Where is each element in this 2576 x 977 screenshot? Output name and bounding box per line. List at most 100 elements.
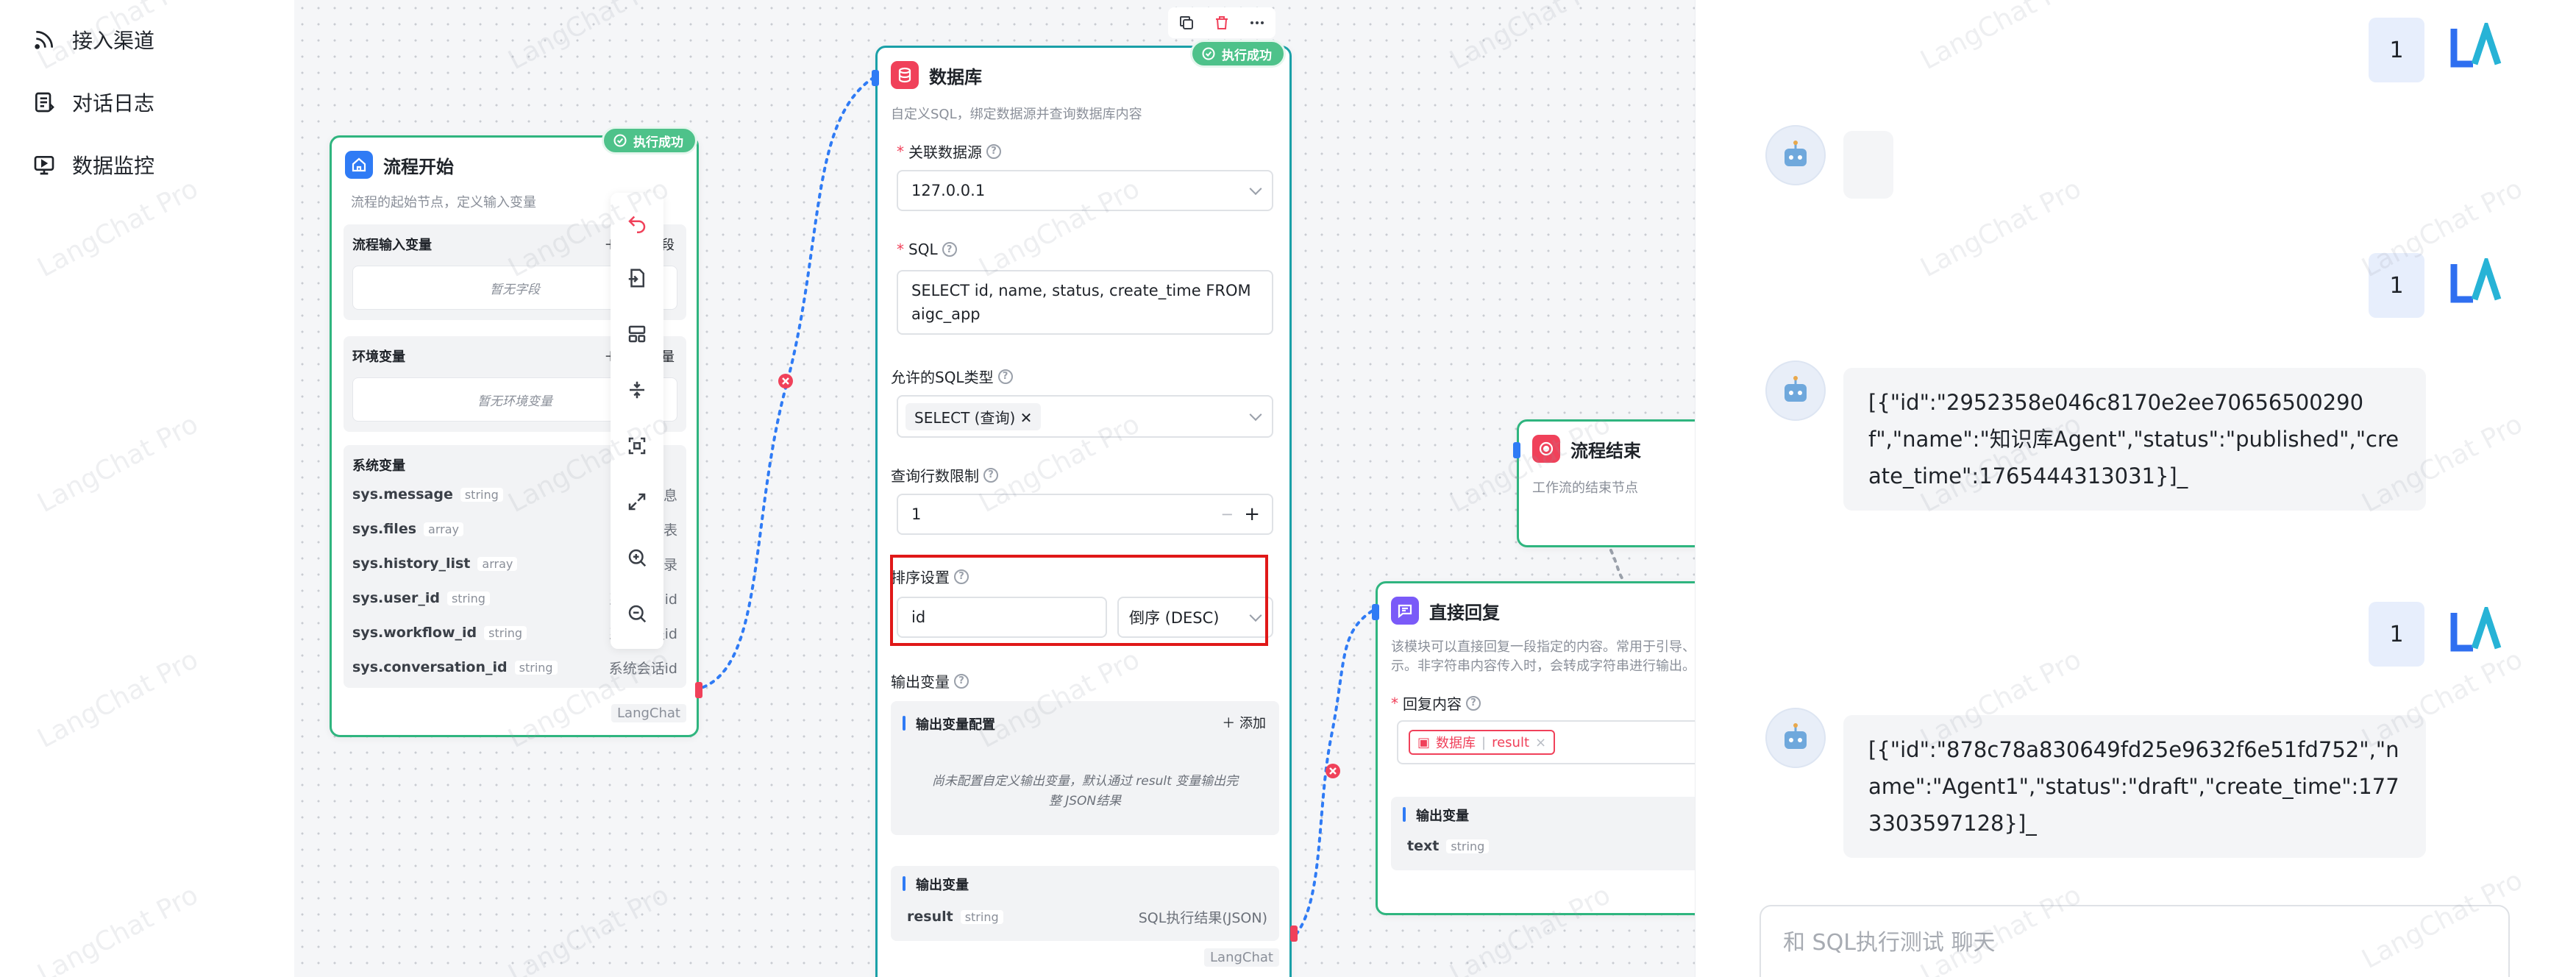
fit-view-button[interactable] [622,431,652,461]
end-node-title: 流程结束 [1570,440,1641,461]
datasource-select[interactable]: 127.0.0.1 [897,170,1273,211]
chat-input[interactable]: 和 SQL执行测试 聊天 [1760,905,2510,977]
sys-var-row: sys.history_list array [352,553,518,575]
output-port[interactable] [1290,926,1298,942]
var-name: result [907,909,953,925]
copy-icon [1180,16,1193,29]
layout-button[interactable] [622,319,652,349]
undo-icon [628,216,646,233]
sidebar-item-chat-logs[interactable]: 对话日志 [32,80,154,124]
zoom-out-button[interactable] [622,599,652,628]
message-icon [1391,597,1419,625]
var-name: sys.message [352,486,453,502]
more-icon [1250,21,1264,24]
reply-node[interactable]: 直接回复 该模块可以直接回复一段指定的内容。常用于引导、提示。非字符串内容传入时… [1372,581,1695,915]
help-icon: ? [986,143,1001,159]
fullscreen-button[interactable] [622,487,652,516]
chevron-down-icon [1249,182,1262,196]
input-port[interactable] [872,70,879,86]
datasource-value: 127.0.0.1 [911,182,986,199]
output-config-panel: 输出变量配置 ＋ 添加 尚未配置自定义输出变量，默认通过 result 变量输出… [891,701,1279,835]
section-bar [903,876,905,891]
import-button[interactable] [622,263,652,293]
sql-type-tag-text: SELECT (查询) [914,408,1016,427]
output-label-text: 输出变量 [891,673,950,691]
fullscreen-icon [628,493,646,511]
copy-node-button[interactable] [1177,13,1196,32]
var-type: string [460,487,503,502]
help-icon: ? [942,242,957,257]
plus-icon[interactable]: + [1244,503,1260,525]
rss-icon [35,31,53,49]
sys-var-row: sys.workflow_id string [352,622,527,644]
input-port[interactable] [1513,442,1520,458]
limit-label: 查询行数限制? [891,464,998,486]
more-button[interactable] [1248,13,1267,32]
monitor-icon [34,156,54,175]
var-name: sys.files [352,521,417,537]
user-avatar [2442,597,2508,664]
sql-types-label-text: 允许的SQL类型 [891,369,994,386]
var-name: sys.history_list [352,555,471,572]
zoom-out-icon [628,605,647,623]
var-name: sys.workflow_id [352,625,477,641]
home-icon [345,151,373,179]
close-icon[interactable]: × [1535,735,1546,750]
sidebar-item-channels[interactable]: 接入渠道 [32,18,154,62]
sql-editor[interactable]: SELECT id, name, status, create_time FRO… [897,270,1273,335]
bot-avatar [1765,708,1826,768]
la-logo-icon [2450,607,2502,652]
log-icon [35,92,54,113]
sys-var-row: sys.message string [352,483,503,505]
end-node-description: 工作流的结束节点 [1532,480,1638,496]
database-node[interactable]: 数据库 自定义SQL，绑定数据源并查询数据库内容 * 关联数据源? 127.0.0… [872,46,1292,977]
wire-delete-icon[interactable] [778,374,793,388]
user-message: 1 [2369,253,2424,318]
end-node[interactable]: 流程结束 工作流的结束节点 [1513,419,1695,547]
bot-avatar [1765,125,1826,185]
output-vars-title: 输出变量 [916,878,969,893]
robot-icon [1785,141,1807,166]
output-var-row: text string [1407,835,1490,857]
reply-content-label: * 回复内容? [1391,692,1481,714]
reply-node-header: 直接回复 [1391,597,1500,625]
trash-icon [1216,16,1228,29]
output-config-title: 输出变量配置 [916,717,995,733]
section-bar [1403,807,1406,822]
la-logo-icon [2450,258,2502,303]
sidebar-item-label: 对话日志 [72,91,155,116]
minus-icon[interactable]: − [1220,505,1234,523]
sidebar-item-monitor[interactable]: 数据监控 [32,143,154,187]
output-vars-panel: 输出变量 result string SQL执行结果(JSON) [891,866,1279,941]
ref-var: result [1492,734,1530,750]
limit-stepper[interactable]: 1 − + [897,494,1273,535]
check-circle-icon [1202,47,1215,60]
wire-db-reply [1295,609,1374,936]
reply-content-editor[interactable]: ▣ 数据库 | result × [1397,720,1695,764]
sys-var-row: sys.user_id string [352,587,490,609]
bot-message: [{"id":"878c78a830649fd25e9632f6e51fd752… [1843,715,2426,858]
reply-output-title: 输出变量 [1416,809,1469,824]
collapse-button[interactable] [622,375,652,405]
start-node-header: 流程开始 [345,151,454,179]
sql-types-label: 允许的SQL类型? [891,366,1013,387]
limit-value: 1 [911,505,922,523]
user-avatar [2442,249,2508,315]
add-output-var-button[interactable]: ＋ 添加 [1222,713,1266,732]
reply-node-description: 该模块可以直接回复一段指定的内容。常用于引导、提示。非字符串内容传入时，会转成字… [1391,639,1695,674]
delete-node-button[interactable] [1212,13,1231,32]
input-port[interactable] [1372,604,1379,620]
output-port[interactable] [695,682,702,698]
sys-var-row: sys.files array [352,518,463,540]
reply-node-title: 直接回复 [1429,602,1500,623]
undo-button[interactable] [622,207,652,237]
sql-types-select[interactable]: SELECT (查询) ✕ [897,395,1273,438]
user-message: 1 [2369,602,2424,667]
workflow-canvas[interactable]: 流程开始 流程的起始节点，定义输入变量 流程输入变量 ＋ 添加字段 暂无字段 环… [294,0,1695,977]
fit-view-icon [628,437,646,455]
database-node-title: 数据库 [929,66,982,88]
wire-delete-icon[interactable] [1326,764,1340,778]
sql-label-text: SQL [908,241,938,258]
sys-var-row: sys.conversation_id string [352,656,558,678]
zoom-in-button[interactable] [622,543,652,572]
